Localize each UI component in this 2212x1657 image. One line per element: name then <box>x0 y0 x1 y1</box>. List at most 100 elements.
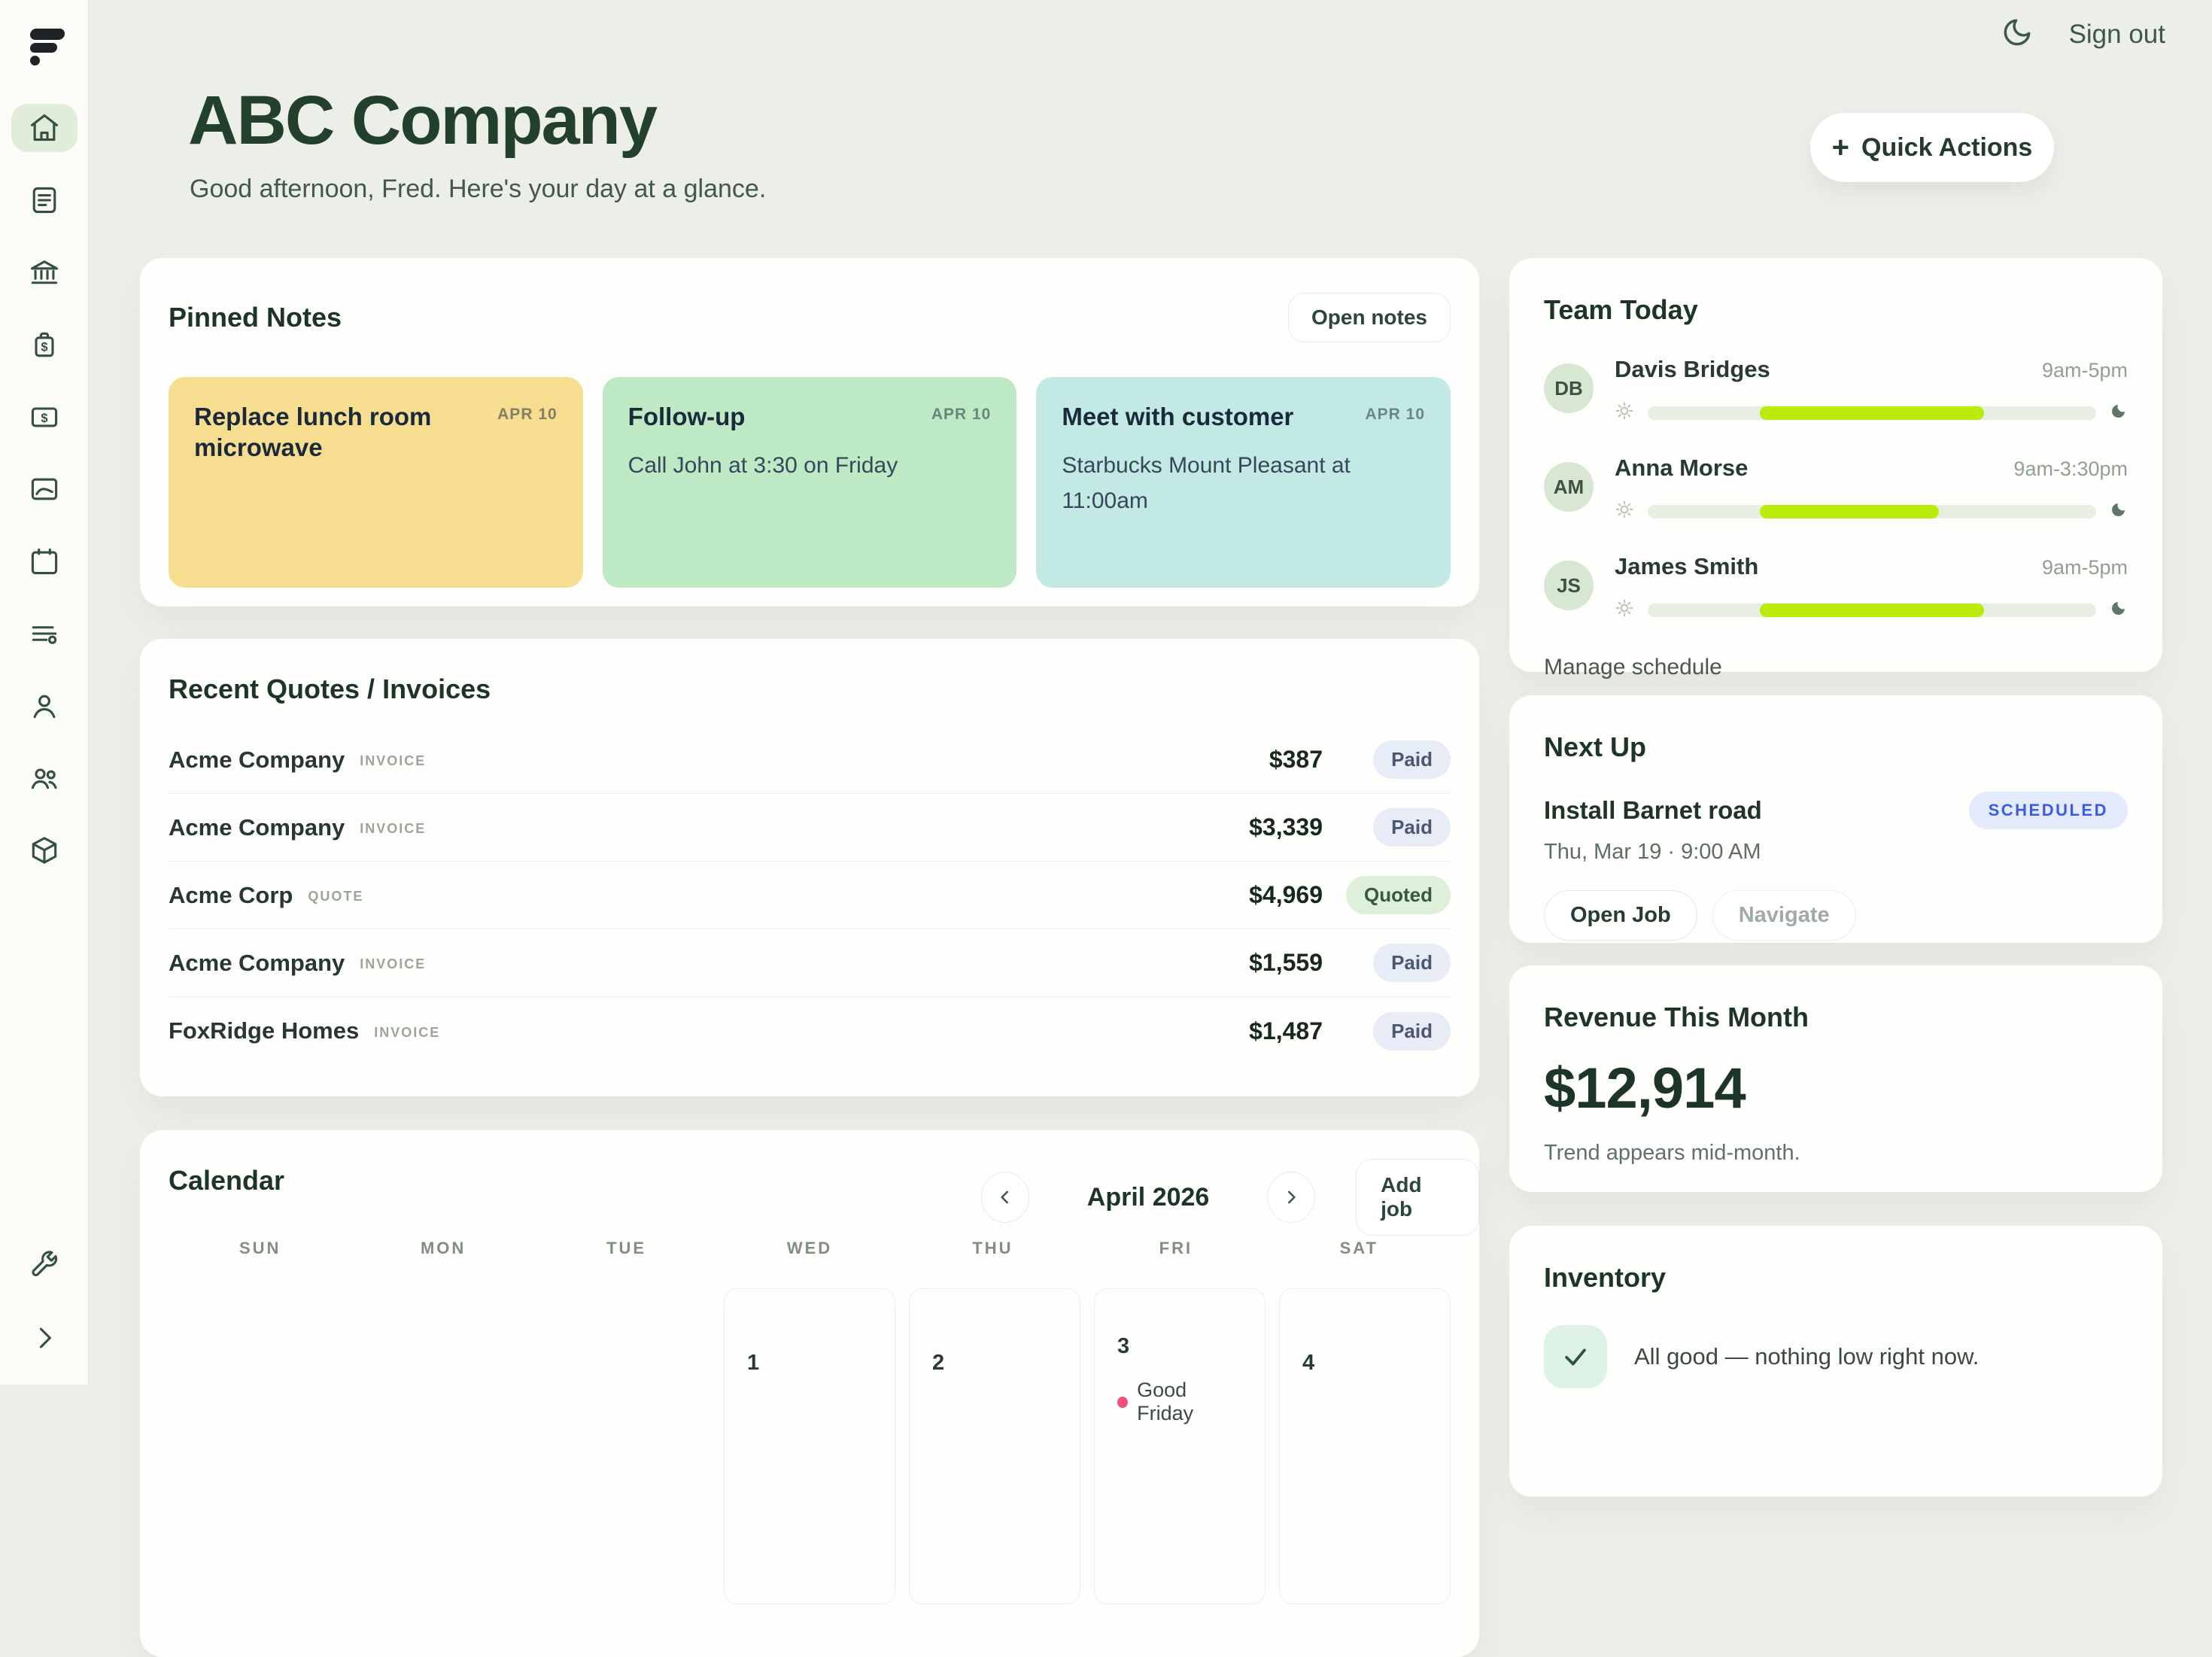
team-today-card: Team Today DB Davis Bridges 9am-5pm AM A… <box>1509 258 2162 672</box>
calendar-month-label: April 2026 <box>1056 1183 1240 1212</box>
sign-out-button[interactable]: Sign out <box>2069 20 2165 50</box>
note-date: APR 10 <box>931 406 992 424</box>
open-job-button[interactable]: Open Job <box>1544 890 1697 941</box>
sidebar-item-team[interactable] <box>11 754 77 802</box>
weekday-header: SUN MON TUE WED THU FRI SAT <box>169 1239 1451 1258</box>
sidebar-item-calendar[interactable] <box>11 537 77 585</box>
shift-bar <box>1648 406 2096 420</box>
chevron-right-icon <box>28 1321 61 1354</box>
note-title: Meet with customer <box>1062 401 1293 432</box>
calendar-event[interactable]: Good Friday <box>1117 1379 1242 1425</box>
app-logo <box>26 24 68 66</box>
revenue-amount: $12,914 <box>1544 1056 2128 1121</box>
note-card[interactable]: Replace lunch room microwave APR 10 <box>169 377 583 588</box>
navigate-button[interactable]: Navigate <box>1712 890 1856 941</box>
sidebar-item-notes[interactable] <box>11 176 77 224</box>
calendar-prev-button[interactable] <box>981 1172 1029 1223</box>
note-card[interactable]: Meet with customer APR 10 Starbucks Moun… <box>1036 377 1451 588</box>
invoice-row[interactable]: Acme Corp QUOTE $4,969 Quoted <box>169 862 1451 929</box>
note-title: Follow-up <box>628 401 746 432</box>
image-icon <box>28 473 61 506</box>
person-icon <box>28 689 61 722</box>
calendar-day-cell[interactable]: 1 <box>724 1288 895 1604</box>
sidebar-collapse[interactable] <box>11 1314 77 1362</box>
calendar-day-cell[interactable]: 3 Good Friday <box>1094 1288 1266 1604</box>
bank-icon <box>28 256 61 289</box>
sidebar-item-photos[interactable] <box>11 465 77 513</box>
moon-icon <box>2001 17 2033 48</box>
topbar: Sign out <box>2001 17 2165 52</box>
sidebar-item-home[interactable] <box>11 104 77 152</box>
sidebar-item-customers[interactable] <box>11 682 77 730</box>
svg-text:$: $ <box>41 340 47 354</box>
avatar: DB <box>1544 363 1594 413</box>
note-date: APR 10 <box>1365 406 1425 424</box>
calendar-empty-cell <box>169 1288 340 1604</box>
shift-bar <box>1648 505 2096 518</box>
calendar-day-cell[interactable]: 4 <box>1279 1288 1451 1604</box>
invoice-type: INVOICE <box>374 1025 440 1041</box>
page-title: ABC Company <box>188 81 656 160</box>
member-hours: 9am-5pm <box>2042 556 2128 579</box>
manage-schedule-link[interactable]: Manage schedule <box>1544 655 2128 680</box>
member-name: Davis Bridges <box>1615 356 1770 383</box>
wrench-icon <box>28 1248 61 1281</box>
calendar-grid: 1 2 3 Good Friday 4 <box>169 1288 1451 1604</box>
moon-icon <box>2110 500 2128 522</box>
svg-text:$: $ <box>41 412 47 425</box>
weekday-label: SAT <box>1268 1239 1451 1258</box>
moon-icon <box>2110 402 2128 424</box>
invoice-type: INVOICE <box>360 956 426 972</box>
cash-icon: $ <box>28 400 61 433</box>
revenue-title: Revenue This Month <box>1544 1002 2128 1033</box>
team-member-row: AM Anna Morse 9am-3:30pm <box>1544 455 2128 523</box>
revenue-card: Revenue This Month $12,914 Trend appears… <box>1509 965 2162 1192</box>
notes-row: Replace lunch room microwave APR 10 Foll… <box>169 377 1451 588</box>
invoice-amount: $1,487 <box>1172 1017 1323 1045</box>
team-member-row: JS James Smith 9am-5pm <box>1544 553 2128 622</box>
day-number: 1 <box>747 1351 872 1376</box>
invoice-row[interactable]: Acme Company INVOICE $3,339 Paid <box>169 794 1451 862</box>
sun-icon <box>1615 598 1634 622</box>
people-icon <box>28 762 61 795</box>
status-badge: Quoted <box>1346 876 1451 914</box>
sidebar-item-tools[interactable] <box>11 1240 77 1288</box>
sidebar: $ $ <box>0 0 89 1385</box>
calendar-day-cell[interactable]: 2 <box>909 1288 1080 1604</box>
inventory-ok-box <box>1544 1325 1607 1388</box>
next-up-card: Next Up Install Barnet road SCHEDULED Th… <box>1509 695 2162 943</box>
shift-bar-fill <box>1760 406 1984 420</box>
home-icon <box>28 111 61 144</box>
recent-invoices-card: Recent Quotes / Invoices Acme Company IN… <box>140 639 1479 1096</box>
invoice-row[interactable]: Acme Company INVOICE $387 Paid <box>169 726 1451 794</box>
invoice-client: Acme Corp <box>169 882 293 909</box>
sidebar-item-filters[interactable] <box>11 610 77 658</box>
invoice-amount: $1,559 <box>1172 949 1323 977</box>
event-dot-icon <box>1117 1397 1128 1408</box>
note-title: Replace lunch room microwave <box>194 401 495 464</box>
quick-actions-button[interactable]: + Quick Actions <box>1810 113 2054 182</box>
sidebar-item-inventory[interactable] <box>11 826 77 874</box>
invoice-type: QUOTE <box>308 889 363 905</box>
add-job-button[interactable]: Add job <box>1356 1159 1479 1236</box>
invoice-row[interactable]: Acme Company INVOICE $1,559 Paid <box>169 929 1451 997</box>
note-card[interactable]: Follow-up APR 10 Call John at 3:30 on Fr… <box>603 377 1017 588</box>
calendar-icon <box>28 545 61 578</box>
inventory-status-text: All good — nothing low right now. <box>1634 1343 1979 1370</box>
pinned-notes-title: Pinned Notes <box>169 302 342 333</box>
calendar-empty-cell <box>539 1288 710 1604</box>
chevron-left-icon <box>995 1187 1015 1207</box>
next-job-datetime: Thu, Mar 19 · 9:00 AM <box>1544 840 2128 865</box>
calendar-next-button[interactable] <box>1267 1172 1315 1223</box>
sidebar-item-job-value[interactable]: $ <box>11 321 77 369</box>
invoice-row[interactable]: FoxRidge Homes INVOICE $1,487 Paid <box>169 997 1451 1065</box>
team-today-title: Team Today <box>1544 294 2128 326</box>
invoice-client: Acme Company <box>169 746 345 774</box>
event-label: Good Friday <box>1137 1379 1242 1425</box>
open-notes-button[interactable]: Open notes <box>1288 293 1451 342</box>
next-job-name: Install Barnet road <box>1544 796 1762 825</box>
sidebar-item-bank[interactable] <box>11 248 77 296</box>
member-name: James Smith <box>1615 553 1758 580</box>
dark-mode-toggle[interactable] <box>2001 17 2033 52</box>
sidebar-item-payments[interactable]: $ <box>11 393 77 441</box>
